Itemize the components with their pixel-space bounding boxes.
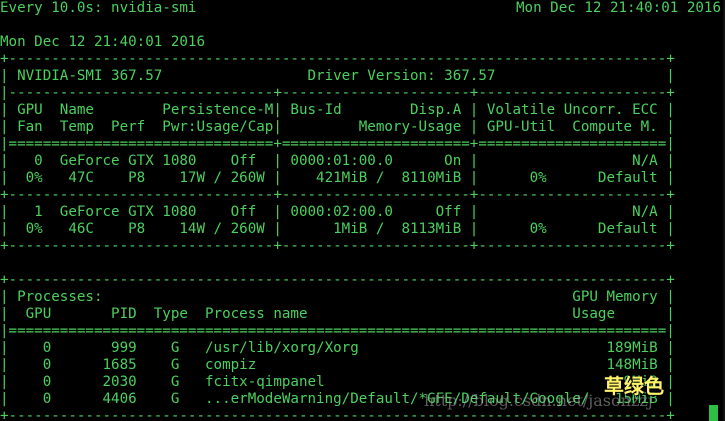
output-line: | GPU PID Type Process name Usage | (0, 306, 675, 322)
output-line: | Processes: GPU Memory | (0, 289, 675, 305)
output-line: | 0 GeForce GTX 1080 Off | 0000:01:00.0 … (0, 153, 675, 169)
terminal-window[interactable]: Every 10.0s: nvidia-smi Mon Dec 12 21:40… (0, 0, 725, 421)
output-line: | 1 GeForce GTX 1080 Off | 0000:02:00.0 … (0, 204, 675, 220)
output-line: | GPU Name Persistence-M| Bus-Id Disp.A … (0, 102, 675, 118)
output-line: Mon Dec 12 21:40:01 2016 (0, 34, 205, 50)
output-line: | Fan Temp Perf Pwr:Usage/Cap| Memory-Us… (0, 119, 675, 135)
output-line: | 0 1685 G compiz 148MiB | (0, 357, 675, 373)
output-line: +---------------------------------------… (0, 272, 675, 288)
watch-header-time: Mon Dec 12 21:40:01 2016 (516, 0, 721, 16)
output-line: | 0 999 G /usr/lib/xorg/Xorg 189MiB | (0, 340, 675, 356)
output-line: |=======================================… (0, 323, 675, 339)
output-line: |-------------------------------+-------… (0, 85, 675, 101)
brand-label: 草绿色 (604, 374, 664, 398)
output-line: | 0% 46C P8 14W / 260W | 1MiB / 8113MiB … (0, 221, 675, 237)
output-line: | NVIDIA-SMI 367.57 Driver Version: 367.… (0, 68, 675, 84)
output-line: | 0% 47C P8 17W / 260W | 421MiB / 8110Mi… (0, 170, 675, 186)
output-line: |===============================+=======… (0, 136, 675, 152)
terminal-cursor (709, 405, 718, 421)
output-line: +-------------------------------+-------… (0, 187, 675, 203)
output-line: +-------------------------------+-------… (0, 238, 675, 254)
output-line: +---------------------------------------… (0, 51, 675, 67)
